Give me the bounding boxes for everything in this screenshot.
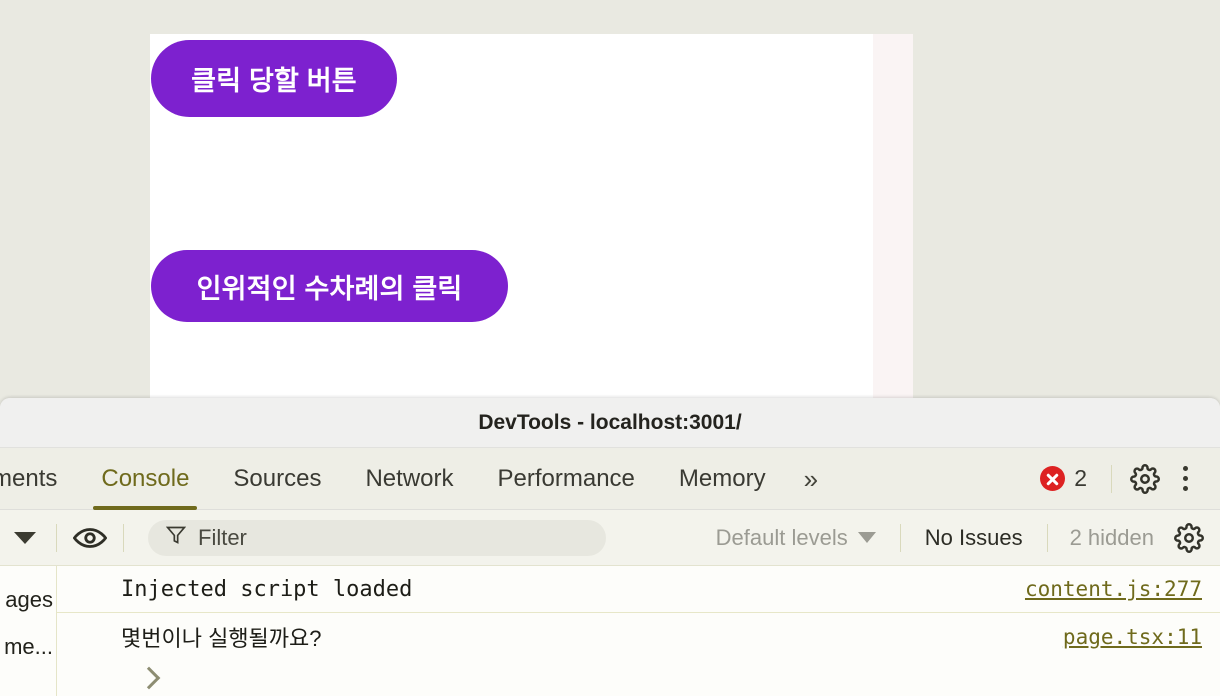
page-scrollbar-track[interactable] [873,34,913,400]
console-body: ages me... Injected script loaded conten… [0,566,1220,696]
eye-icon[interactable] [67,515,113,561]
tab-sources[interactable]: Sources [211,448,343,510]
sidebar-item-user-messages[interactable]: me... [0,623,56,670]
kebab-dot [1182,486,1188,491]
tab-console[interactable]: Console [79,448,211,510]
console-message-text: Injected script loaded [121,576,413,602]
devtools-titlebar: DevTools - localhost:3001/ [0,398,1220,448]
console-prompt-row[interactable] [57,660,1220,696]
hidden-messages-label: 2 hidden [1069,524,1154,550]
tab-memory[interactable]: Memory [657,448,788,510]
console-message-row[interactable]: Injected script loaded content.js:277 [57,566,1220,613]
console-message-row[interactable]: 몇번이나 실행될까요? page.tsx:11 [57,613,1220,660]
tab-network[interactable]: Network [343,448,475,510]
auto-click-button[interactable]: 인위적인 수차례의 클릭 [151,250,508,322]
tab-elements-label: ments [0,464,58,492]
kebab-dot [1182,466,1188,471]
tab-memory-label: Memory [678,464,766,492]
devtools-window-title: DevTools - localhost:3001/ [478,410,742,434]
filter-input[interactable]: Filter [148,519,606,556]
tab-sources-label: Sources [233,464,322,492]
console-sidebar: ages me... [0,566,57,696]
console-message-text: 몇번이나 실행될까요? [121,625,322,651]
devtools-tabbar-actions: 2 [1026,448,1220,510]
error-count-badge[interactable]: 2 [1026,465,1101,492]
more-tabs-icon[interactable]: » [788,466,834,492]
chevron-down-icon [857,532,876,543]
toolbar-divider [56,523,57,552]
kebab-menu-icon[interactable] [1168,456,1202,502]
console-message-list: Injected script loaded content.js:277 몇번… [57,566,1220,696]
error-circle-icon [1040,466,1066,491]
devtools-tabbar: ments Console Sources Network Performanc… [0,448,1220,510]
toolbar-divider [899,523,901,552]
console-message-source-link[interactable]: content.js:277 [1025,577,1202,601]
issues-button[interactable]: No Issues [911,525,1037,551]
gear-icon[interactable] [1122,456,1168,502]
tab-performance[interactable]: Performance [476,448,657,510]
click-target-button[interactable]: 클릭 당할 버튼 [151,40,397,117]
prompt-chevron-icon [137,666,161,690]
error-count-label: 2 [1074,465,1087,491]
toolbar-divider [123,523,124,552]
gear-icon[interactable] [1166,515,1212,561]
console-message-source-link[interactable]: page.tsx:11 [1063,625,1202,649]
toolbar-divider [1046,523,1048,552]
tabbar-divider [1111,464,1112,493]
sidebar-item-messages[interactable]: ages [0,576,56,623]
log-levels-label: Default levels [715,524,848,550]
tab-network-label: Network [365,464,454,492]
tab-elements[interactable]: ments [0,448,79,510]
devtools-window: DevTools - localhost:3001/ ments Console… [0,398,1220,696]
funnel-icon [165,525,187,550]
filter-input-placeholder: Filter [198,524,247,550]
console-toolbar: Filter Default levels No Issues 2 hidden [0,510,1220,566]
log-levels-dropdown[interactable]: Default levels [702,525,890,551]
tab-console-label: Console [101,464,190,492]
kebab-dot [1182,476,1188,481]
tab-performance-label: Performance [497,464,635,492]
chevron-down-icon[interactable] [14,531,36,544]
